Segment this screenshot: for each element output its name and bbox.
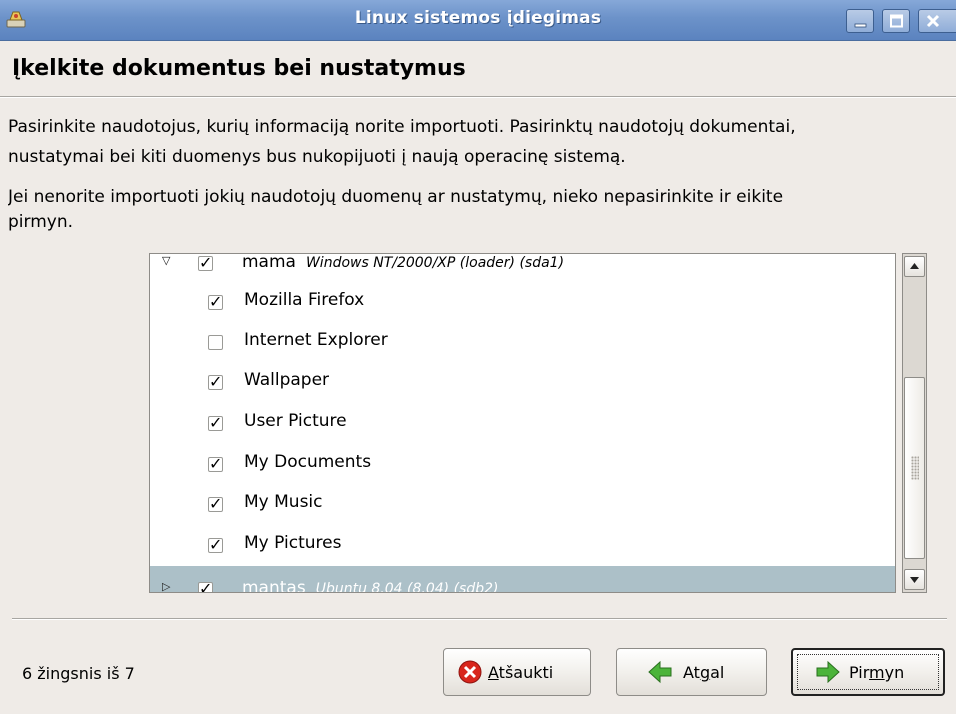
arrow-up-icon: [910, 263, 919, 269]
user-name: mantas: [242, 578, 306, 593]
arrow-down-icon: [910, 577, 919, 583]
scroll-down-button[interactable]: [904, 569, 925, 590]
tree-item[interactable]: User Picture: [150, 403, 895, 443]
grip-icon: [911, 456, 919, 480]
instructions-line-1: Pasirinkite naudotojus, kurių informacij…: [8, 117, 796, 137]
item-checkbox[interactable]: [208, 292, 223, 311]
cancel-button[interactable]: Atšaukti: [443, 648, 591, 696]
tree-row-user-mantas[interactable]: ▷ mantas Ubuntu 8.04 (8.04) (sdb2): [150, 566, 895, 593]
close-button[interactable]: [918, 9, 956, 33]
user-checkbox[interactable]: [198, 579, 213, 592]
item-label: My Pictures: [244, 533, 342, 553]
item-checkbox[interactable]: [208, 494, 223, 513]
back-button[interactable]: Atgal: [616, 648, 767, 696]
step-indicator: 6 žingsnis iš 7: [22, 664, 135, 683]
user-checkbox[interactable]: [198, 254, 213, 272]
tree-item[interactable]: My Music: [150, 484, 895, 524]
header-separator: [0, 96, 956, 98]
window-titlebar[interactable]: Linux sistemos įdiegimas: [0, 0, 956, 41]
item-label: User Picture: [244, 411, 347, 431]
maximize-button[interactable]: [882, 9, 910, 33]
user-import-tree[interactable]: ▽ mama Windows NT/2000/XP (loader) (sda1)…: [149, 253, 896, 593]
tree-row-user-mama[interactable]: ▽ mama Windows NT/2000/XP (loader) (sda1): [150, 253, 895, 284]
item-checkbox[interactable]: [208, 454, 223, 473]
tree-item[interactable]: Mozilla Firefox: [150, 282, 895, 322]
user-os: Ubuntu 8.04 (8.04) (sdb2): [315, 581, 499, 593]
tree-item[interactable]: My Documents: [150, 444, 895, 484]
item-checkbox[interactable]: [208, 335, 223, 350]
window-title: Linux sistemos įdiegimas: [354, 8, 602, 28]
close-icon: [926, 14, 940, 28]
item-checkbox[interactable]: [208, 535, 223, 554]
item-checkbox[interactable]: [208, 413, 223, 432]
tree-item[interactable]: My Pictures: [150, 525, 895, 565]
back-arrow-icon: [647, 660, 673, 688]
footer-separator: [12, 618, 947, 620]
page-title: Įkelkite dokumentus bei nustatymus: [12, 56, 466, 81]
item-label: Mozilla Firefox: [244, 290, 365, 310]
cancel-icon: [458, 660, 482, 688]
minimize-icon: [854, 23, 867, 28]
minimize-button[interactable]: [846, 9, 874, 33]
item-checkbox[interactable]: [208, 372, 223, 391]
expander-right-icon[interactable]: ▷: [162, 580, 170, 592]
instructions-line-3: Jei nenorite importuoti jokių naudotojų …: [8, 187, 784, 207]
instructions-line-4: pirmyn.: [8, 212, 74, 232]
cancel-label: Atšaukti: [488, 663, 554, 682]
user-os: Windows NT/2000/XP (loader) (sda1): [305, 255, 565, 271]
scroll-up-button[interactable]: [904, 256, 925, 277]
forward-button[interactable]: Pirmyn: [791, 648, 945, 696]
maximize-icon: [890, 14, 903, 28]
tree-item[interactable]: Internet Explorer: [150, 322, 895, 362]
scrollbar-thumb[interactable]: [904, 377, 925, 559]
expander-down-icon[interactable]: ▽: [162, 254, 170, 267]
tree-item[interactable]: Wallpaper: [150, 362, 895, 402]
item-label: Wallpaper: [244, 370, 330, 390]
item-label: My Music: [244, 492, 323, 512]
item-label: My Documents: [244, 452, 372, 472]
user-name: mama: [242, 253, 296, 272]
forward-arrow-icon: [815, 660, 841, 688]
forward-label: Pirmyn: [849, 663, 905, 682]
back-label: Atgal: [683, 663, 725, 682]
item-label: Internet Explorer: [244, 330, 388, 350]
tree-scrollbar[interactable]: [902, 253, 927, 593]
instructions-line-2: nustatymai bei kiti duomenys bus nukopij…: [8, 147, 626, 167]
